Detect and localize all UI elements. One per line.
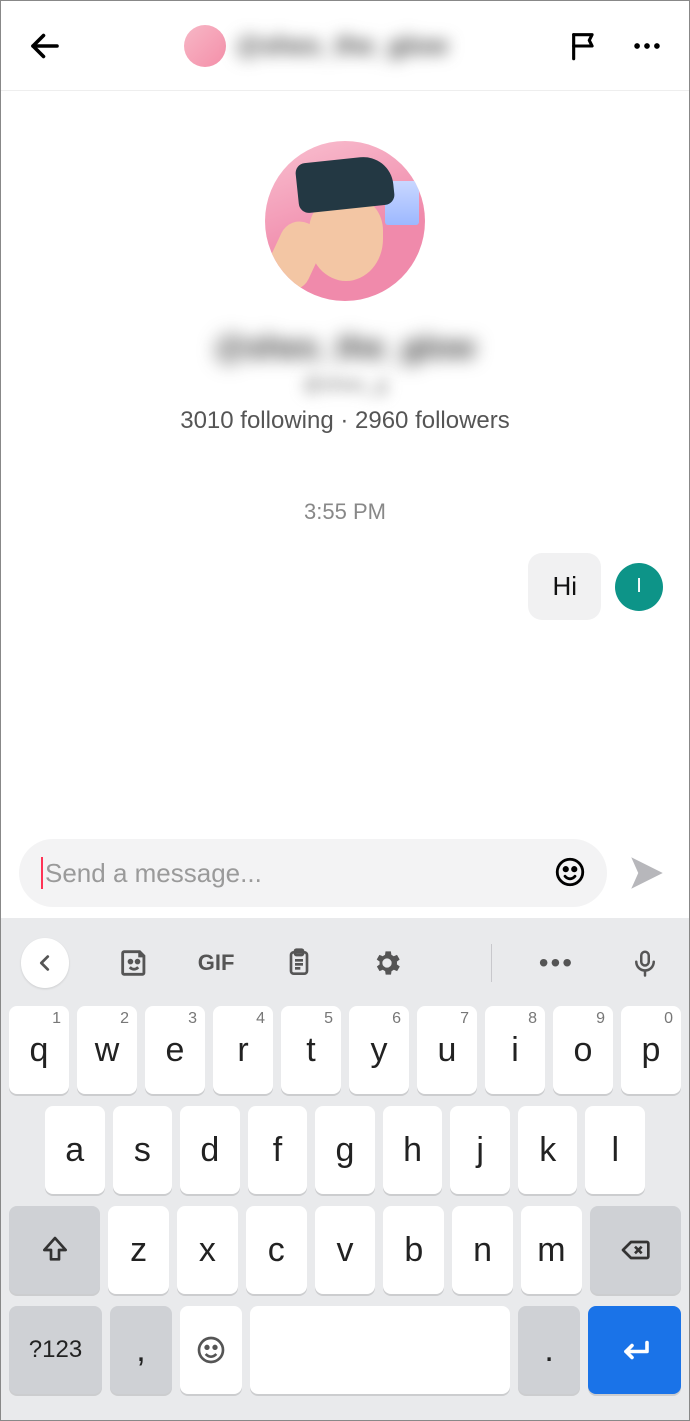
keyboard-toolbar: GIF ••• <box>1 928 689 998</box>
key-c[interactable]: c <box>246 1206 307 1294</box>
backspace-key[interactable] <box>590 1206 681 1294</box>
enter-key[interactable] <box>588 1306 681 1394</box>
keyboard-row-1: q1w2e3r4t5y6u7i8o9p0 <box>9 1006 681 1094</box>
comma-key[interactable]: , <box>110 1306 172 1394</box>
key-g[interactable]: g <box>315 1106 375 1194</box>
toolbar-separator <box>491 944 492 982</box>
chat-header: @shes_the_glow <box>1 1 689 91</box>
period-key[interactable]: . <box>518 1306 580 1394</box>
keyboard-row-4: ?123 , . <box>9 1306 681 1394</box>
sender-avatar[interactable]: I <box>615 563 663 611</box>
mic-icon[interactable] <box>621 938 669 988</box>
key-w[interactable]: w2 <box>77 1006 137 1094</box>
composer: Send a message... <box>1 828 689 918</box>
sticker-icon[interactable] <box>109 938 157 988</box>
key-a[interactable]: a <box>45 1106 105 1194</box>
key-n[interactable]: n <box>452 1206 513 1294</box>
key-h[interactable]: h <box>383 1106 443 1194</box>
key-x[interactable]: x <box>177 1206 238 1294</box>
header-username[interactable]: @shes_the_glow <box>236 30 448 61</box>
key-e[interactable]: e3 <box>145 1006 205 1094</box>
report-button[interactable] <box>563 24 607 68</box>
space-key[interactable] <box>250 1306 510 1394</box>
keyboard-row-2: asdfghjkl <box>9 1106 681 1194</box>
key-u[interactable]: u7 <box>417 1006 477 1094</box>
key-t[interactable]: t5 <box>281 1006 341 1094</box>
kb-collapse-button[interactable] <box>21 938 69 988</box>
kb-more-button[interactable]: ••• <box>532 938 580 988</box>
key-r[interactable]: r4 <box>213 1006 273 1094</box>
message-bubble[interactable]: Hi <box>528 553 601 620</box>
settings-icon[interactable] <box>363 938 411 988</box>
key-s[interactable]: s <box>113 1106 173 1194</box>
key-k[interactable]: k <box>518 1106 578 1194</box>
key-l[interactable]: l <box>585 1106 645 1194</box>
message-list: Hi I <box>21 553 669 620</box>
profile-handle: @shes_g <box>303 374 388 397</box>
shift-key[interactable] <box>9 1206 100 1294</box>
keyboard-row-3: zxcvbnm <box>9 1206 681 1294</box>
gif-button[interactable]: GIF <box>198 938 235 988</box>
key-y[interactable]: y6 <box>349 1006 409 1094</box>
key-v[interactable]: v <box>315 1206 376 1294</box>
symbols-key[interactable]: ?123 <box>9 1306 102 1394</box>
text-cursor <box>41 857 43 889</box>
key-z[interactable]: z <box>108 1206 169 1294</box>
message-row: Hi I <box>21 553 669 620</box>
clipboard-icon[interactable] <box>274 938 322 988</box>
key-j[interactable]: j <box>450 1106 510 1194</box>
key-b[interactable]: b <box>383 1206 444 1294</box>
key-d[interactable]: d <box>180 1106 240 1194</box>
keyboard: GIF ••• q1w2e3r4t5y6u7i8o9p0 asdfghjkl z… <box>1 918 689 1420</box>
message-input[interactable]: Send a message... <box>19 839 607 907</box>
chat-body: @shes_the_glow @shes_g 3010 following · … <box>1 91 689 828</box>
key-m[interactable]: m <box>521 1206 582 1294</box>
chat-timestamp: 3:55 PM <box>304 499 386 525</box>
message-placeholder: Send a message... <box>45 858 553 889</box>
profile-stats[interactable]: 3010 following · 2960 followers <box>180 407 510 435</box>
key-q[interactable]: q1 <box>9 1006 69 1094</box>
key-p[interactable]: p0 <box>621 1006 681 1094</box>
key-i[interactable]: i8 <box>485 1006 545 1094</box>
back-button[interactable] <box>21 22 69 70</box>
profile-username[interactable]: @shes_the_glow <box>215 329 476 366</box>
emoji-key[interactable] <box>180 1306 242 1394</box>
more-button[interactable] <box>625 24 669 68</box>
profile-avatar[interactable] <box>265 141 425 301</box>
key-o[interactable]: o9 <box>553 1006 613 1094</box>
key-f[interactable]: f <box>248 1106 308 1194</box>
header-avatar[interactable] <box>184 25 226 67</box>
emoji-button[interactable] <box>553 855 589 891</box>
send-button[interactable] <box>623 849 671 897</box>
